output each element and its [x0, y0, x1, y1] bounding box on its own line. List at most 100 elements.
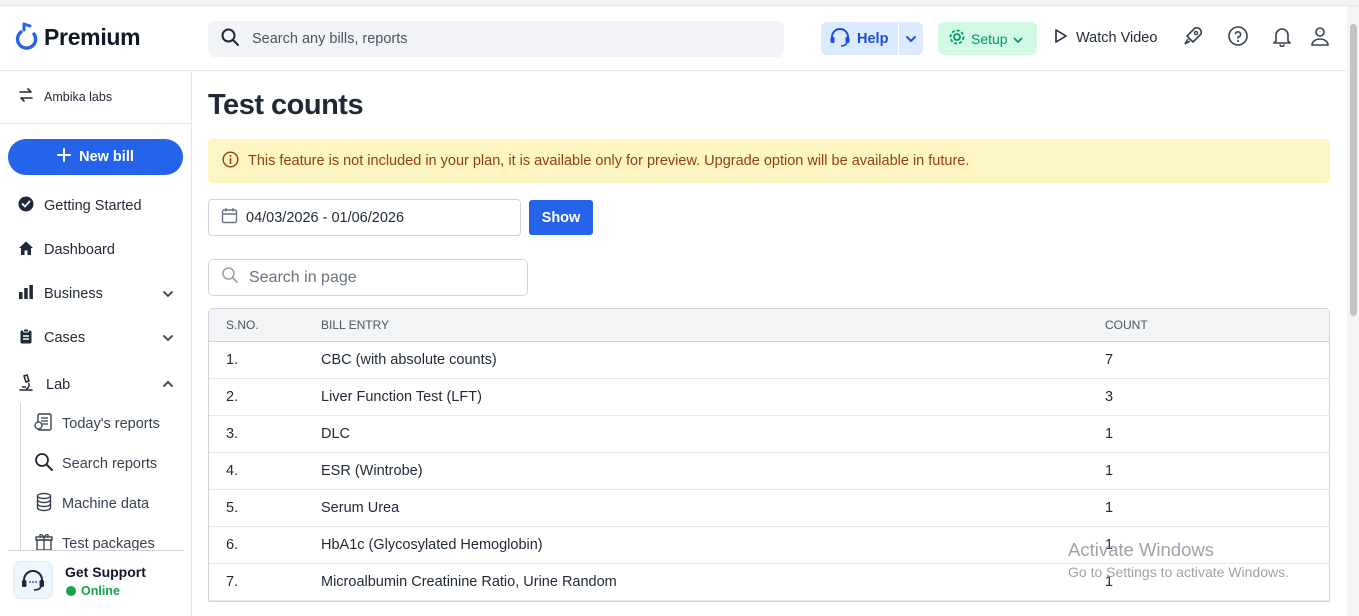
- sidebar-item-lab[interactable]: Lab: [18, 374, 178, 396]
- headset-icon: [829, 27, 851, 51]
- sidebar-item-label: Cases: [44, 330, 86, 346]
- info-icon: [222, 150, 239, 172]
- cell-sno: 6.: [226, 537, 239, 553]
- brand-name: Premium: [44, 24, 141, 50]
- question-circle-icon[interactable]: [1226, 24, 1250, 48]
- notice-text: This feature is not included in your pla…: [248, 153, 970, 169]
- bar-chart-icon: [18, 284, 34, 304]
- get-support-card[interactable]: Get Support Online: [8, 550, 184, 616]
- status-label: Online: [81, 584, 120, 598]
- sidebar-subitem-machine-data[interactable]: Machine data: [34, 492, 149, 516]
- sidebar-subitem-label: Machine data: [62, 496, 150, 512]
- cell-bill-entry: Liver Function Test (LFT): [321, 389, 482, 405]
- watermark-title: Activate Windows: [1068, 539, 1214, 560]
- brand-logo[interactable]: Premium: [14, 20, 141, 55]
- date-range-value: 04/03/2026 - 01/06/2026: [246, 209, 405, 226]
- table-row[interactable]: 2. Liver Function Test (LFT) 3: [209, 379, 1329, 416]
- scrollbar-thumb[interactable]: [1350, 24, 1357, 316]
- gear-icon: [948, 28, 966, 49]
- check-circle-icon: [18, 196, 34, 216]
- plan-notice-banner: This feature is not included in your pla…: [208, 139, 1330, 183]
- column-header-count[interactable]: COUNT: [1105, 318, 1305, 332]
- show-button[interactable]: Show: [529, 200, 593, 235]
- page-title: Test counts: [208, 89, 364, 121]
- org-switcher[interactable]: Ambika labs: [18, 87, 112, 106]
- table-header: S.NO. BILL ENTRY COUNT: [209, 309, 1329, 342]
- help-button[interactable]: Help: [821, 22, 898, 55]
- plus-icon: [57, 148, 72, 166]
- cell-sno: 3.: [226, 426, 239, 442]
- search-icon: [221, 266, 239, 289]
- online-dot: [66, 586, 76, 596]
- table-row[interactable]: 3. DLC 1: [209, 416, 1329, 453]
- sidebar-item-getting-started[interactable]: Getting Started: [18, 196, 178, 216]
- search-icon: [220, 27, 240, 52]
- cell-count: 3: [1105, 389, 1114, 405]
- bell-icon[interactable]: [1270, 24, 1294, 48]
- cell-bill-entry: Microalbumin Creatinine Ratio, Urine Ran…: [321, 574, 617, 590]
- cell-bill-entry: CBC (with absolute counts): [321, 352, 497, 368]
- column-header-sno[interactable]: S.NO.: [209, 318, 321, 332]
- global-search-input[interactable]: [252, 31, 752, 47]
- cell-bill-entry: ESR (Wintrobe): [321, 463, 423, 479]
- org-name: Ambika labs: [44, 89, 113, 104]
- user-icon[interactable]: [1308, 24, 1332, 48]
- search-icon: [34, 452, 54, 476]
- help-dropdown-toggle[interactable]: [899, 22, 923, 55]
- home-icon: [18, 240, 34, 260]
- cell-bill-entry: HbA1c (Glycosylated Hemoglobin): [321, 537, 543, 553]
- table-row[interactable]: 5. Serum Urea 1: [209, 490, 1329, 527]
- sidebar-item-label: Business: [44, 286, 103, 302]
- watch-video-link[interactable]: Watch Video: [1054, 28, 1157, 48]
- date-range-picker[interactable]: 04/03/2026 - 01/06/2026: [208, 199, 521, 236]
- divider: [0, 123, 191, 124]
- setup-button[interactable]: Setup: [938, 22, 1037, 55]
- sidebar-item-dashboard[interactable]: Dashboard: [18, 240, 178, 260]
- cell-sno: 2.: [226, 389, 239, 405]
- table-row[interactable]: 4. ESR (Wintrobe) 1: [209, 453, 1329, 490]
- new-bill-button[interactable]: New bill: [8, 139, 183, 175]
- help-label: Help: [857, 30, 889, 47]
- cell-bill-entry: DLC: [321, 426, 351, 442]
- cell-count: 7: [1105, 352, 1114, 368]
- new-bill-label: New bill: [79, 149, 134, 165]
- activate-windows-watermark: Activate Windows Go to Settings to activ…: [1068, 539, 1289, 580]
- page-search[interactable]: [208, 259, 528, 296]
- cell-count: 1: [1105, 426, 1114, 442]
- cell-sno: 5.: [226, 500, 239, 516]
- sidebar-subitem-todays-reports[interactable]: Today's reports: [34, 412, 160, 436]
- rocket-icon[interactable]: [1181, 24, 1205, 48]
- cell-count: 1: [1105, 500, 1114, 516]
- sidebar: Ambika labs New bill Getting Started Das…: [0, 71, 192, 616]
- sidebar-subitem-search-reports[interactable]: Search reports: [34, 452, 157, 476]
- table-row[interactable]: 1. CBC (with absolute counts) 7: [209, 342, 1329, 379]
- sidebar-item-business[interactable]: Business: [18, 284, 178, 304]
- page-search-input[interactable]: [249, 268, 509, 287]
- watch-video-label: Watch Video: [1076, 30, 1158, 46]
- sidebar-item-label: Lab: [46, 377, 71, 393]
- global-search[interactable]: [208, 21, 784, 57]
- sidebar-subitem-label: Today's reports: [62, 416, 160, 432]
- chevron-down-icon: [905, 30, 917, 48]
- chevron-down-icon: [162, 286, 174, 302]
- headset-icon: [13, 561, 53, 599]
- chevron-up-icon: [162, 376, 174, 392]
- support-title: Get Support: [65, 564, 146, 580]
- top-header: Premium Help Setup Watch Video: [0, 6, 1347, 71]
- page-scrollbar[interactable]: [1347, 6, 1359, 616]
- clipboard-icon: [18, 328, 34, 348]
- sidebar-item-cases[interactable]: Cases: [18, 328, 178, 348]
- report-list-icon: [34, 412, 54, 436]
- sidebar-subitem-label: Search reports: [62, 456, 158, 472]
- support-status: Online: [66, 584, 120, 598]
- chevron-down-icon: [162, 330, 174, 346]
- sidebar-item-label: Getting Started: [44, 198, 142, 214]
- cell-sno: 7.: [226, 574, 239, 590]
- microscope-icon: [18, 374, 36, 396]
- setup-label: Setup: [971, 30, 1008, 47]
- logo-icon: [14, 20, 38, 55]
- sidebar-item-label: Dashboard: [44, 242, 115, 258]
- cell-sno: 1.: [226, 352, 239, 368]
- column-header-bill-entry[interactable]: BILL ENTRY: [321, 318, 1105, 332]
- cell-bill-entry: Serum Urea: [321, 500, 400, 516]
